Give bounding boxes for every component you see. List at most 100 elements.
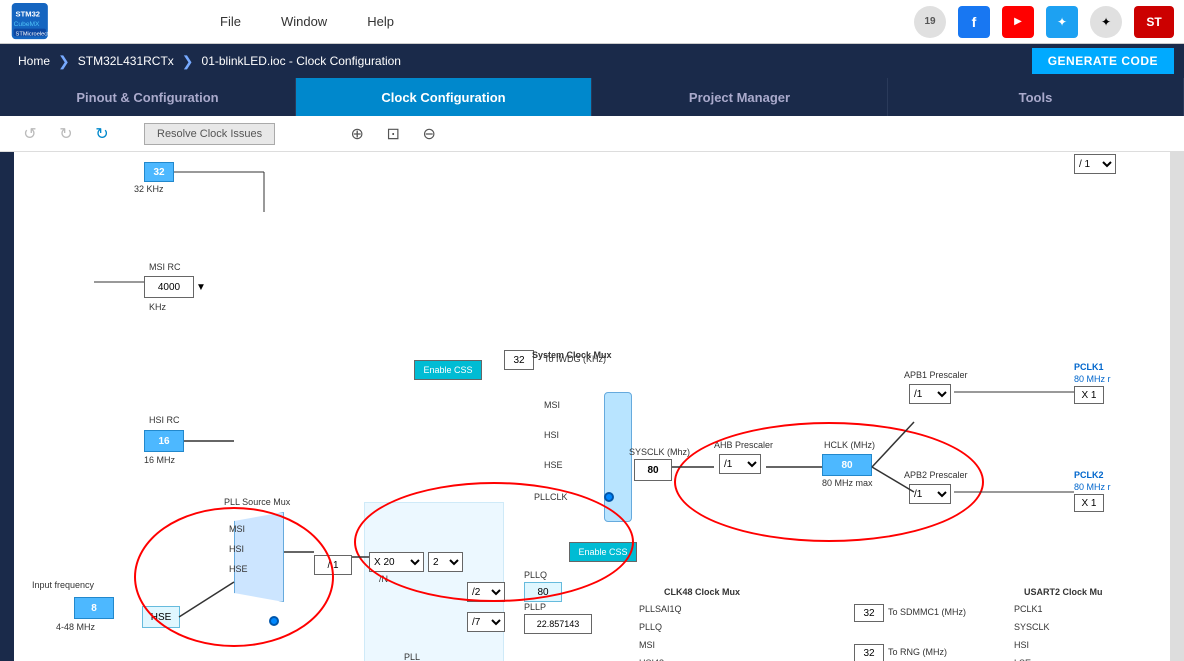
tab-project[interactable]: Project Manager [592, 78, 888, 116]
pllr-select[interactable]: /2 [467, 582, 505, 602]
hse-mux-label: HSE [229, 564, 248, 574]
pllq-select[interactable]: /7 [467, 612, 505, 632]
pllq-output-box: 80 [524, 582, 562, 602]
to-sdmmc1-box: 32 [854, 604, 884, 622]
pclk1-label: PCLK1 [1074, 362, 1104, 372]
pllsai1q-in-label: PLLSAI1Q [639, 604, 682, 614]
menu-bar: STM32 CubeMX STMicroelectronics File Win… [0, 0, 1184, 44]
zoom-controls: ⊕ ⊡ ⊖ [343, 120, 443, 148]
main-area: 32 32 KHz MSI RC 4000 ▼ KHz HSI RC 16 16… [0, 152, 1184, 661]
hse-select-dot [269, 616, 279, 626]
refresh-button[interactable]: ↻ [88, 120, 116, 148]
plln-controls: X 20 2 [369, 552, 463, 572]
plln-x20-select[interactable]: X 20 [369, 552, 424, 572]
breadcrumb-file[interactable]: 01-blinkLED.ioc - Clock Configuration [194, 54, 409, 68]
svg-text:CubeMX: CubeMX [14, 20, 40, 27]
app-logo: STM32 CubeMX STMicroelectronics [10, 2, 80, 42]
apb1-prescaler-select[interactable]: /1 [909, 384, 951, 404]
hclk-max-label: 80 MHz max [822, 478, 873, 488]
plln-div-select[interactable]: 2 [428, 552, 463, 572]
hsi-value-box: 16 [144, 430, 184, 452]
pllr-control: /2 [467, 582, 505, 602]
main-menu: File Window Help [220, 14, 914, 29]
svg-text:STMicroelectronics: STMicroelectronics [16, 31, 65, 37]
twitter-icon[interactable]: ✦ [1046, 6, 1078, 38]
pclk2-label: PCLK2 [1074, 470, 1104, 480]
pllq-output-label: PLLQ [524, 570, 547, 580]
ahb-prescaler-label: AHB Prescaler [714, 440, 773, 450]
tab-bar: Pinout & Configuration Clock Configurati… [0, 78, 1184, 116]
sys-hsi-label: HSI [544, 430, 559, 440]
right-scrollbar[interactable] [1170, 152, 1184, 661]
sysclk-label: SYSCLK (Mhz) [629, 447, 690, 457]
sysclk-mux-label: System Clock Mux [532, 350, 612, 360]
ahb-prescaler-select[interactable]: /1 [719, 454, 761, 474]
undo-button[interactable]: ↺ [16, 120, 44, 148]
zoom-in-button[interactable]: ⊕ [343, 120, 371, 148]
input-freq-range: 4-48 MHz [56, 622, 95, 632]
hsi-rc-label: HSI RC [149, 415, 180, 425]
apb2-prescaler-control: /1 [909, 484, 951, 504]
breadcrumb-device[interactable]: STM32L431RCTx [70, 54, 182, 68]
redo-button[interactable]: ↻ [52, 120, 80, 148]
youtube-icon[interactable]: ▶ [1002, 6, 1034, 38]
pll-label: PLL [404, 652, 420, 661]
freq-32-box: 32 [144, 162, 174, 182]
sysclk-mux-shape [604, 392, 632, 522]
msi-dropdown-icon[interactable]: ▼ [196, 282, 206, 293]
sys-pllclk-label: PLLCLK [534, 492, 568, 502]
hclk-value-box: 80 [822, 454, 872, 476]
toolbar: ↺ ↻ ↻ Resolve Clock Issues ⊕ ⊡ ⊖ [0, 116, 1184, 152]
sys-msi-label: MSI [544, 400, 560, 410]
x1-b-box: X 1 [1074, 494, 1104, 512]
breadcrumb-home[interactable]: Home [10, 54, 58, 68]
badge-icon: 19 [914, 6, 946, 38]
hse-box: HSE [142, 606, 180, 628]
apb2-prescaler-label: APB2 Prescaler [904, 470, 968, 480]
enable-css-2-btn[interactable]: Enable CSS [569, 542, 637, 562]
hsi-mhz-label: 16 MHz [144, 455, 175, 465]
top-div-select[interactable]: / 1 [1074, 154, 1116, 174]
svg-text:STM32: STM32 [16, 9, 40, 18]
msi-in-label: MSI [639, 640, 655, 650]
pclk1-u-label: PCLK1 [1014, 604, 1043, 614]
pclk2-value: 80 MHz r [1074, 482, 1111, 492]
tab-tools[interactable]: Tools [888, 78, 1184, 116]
tab-clock[interactable]: Clock Configuration [296, 78, 592, 116]
x1-a-box: X 1 [1074, 386, 1104, 404]
to-rng-label: To RNG (MHz) [888, 647, 947, 657]
ahb-prescaler-control: /1 [719, 454, 761, 474]
to-rng-box: 32 [854, 644, 884, 661]
msi-mux-label: MSI [229, 524, 245, 534]
hsi-u-label: HSI [1014, 640, 1029, 650]
apb1-prescaler-control: /1 [909, 384, 951, 404]
pllp-output-box: 22.857143 [524, 614, 592, 634]
generate-code-button[interactable]: GENERATE CODE [1032, 48, 1174, 74]
zoom-out-button[interactable]: ⊖ [415, 120, 443, 148]
pllq-control: /7 [467, 612, 505, 632]
pllq-in-label: PLLQ [639, 622, 662, 632]
freq-32k-label: 32 KHz [134, 184, 164, 194]
right-icons: 19 f ▶ ✦ ✦ ST [914, 6, 1174, 38]
menu-window[interactable]: Window [281, 14, 327, 29]
enable-css-1-btn[interactable]: Enable CSS [414, 360, 482, 380]
breadcrumb-sep-1: ❯ [58, 53, 70, 70]
top-div-control: / 1 [1074, 154, 1116, 174]
tab-pinout[interactable]: Pinout & Configuration [0, 78, 296, 116]
resolve-clock-button[interactable]: Resolve Clock Issues [144, 123, 275, 145]
network-icon[interactable]: ✦ [1090, 6, 1122, 38]
clock-diagram-area: 32 32 KHz MSI RC 4000 ▼ KHz HSI RC 16 16… [14, 152, 1170, 661]
menu-help[interactable]: Help [367, 14, 394, 29]
facebook-icon[interactable]: f [958, 6, 990, 38]
msi-rc-label: MSI RC [149, 262, 181, 272]
input-freq-box: 8 [74, 597, 114, 619]
apb2-prescaler-select[interactable]: /1 [909, 484, 951, 504]
pllm-box: / 1 [314, 555, 352, 575]
zoom-fit-button[interactable]: ⊡ [379, 120, 407, 148]
breadcrumb-sep-2: ❯ [182, 53, 194, 70]
usart2-mux-label: USART2 Clock Mu [1024, 587, 1103, 597]
menu-file[interactable]: File [220, 14, 241, 29]
pll-source-mux-label: PLL Source Mux [224, 497, 290, 507]
apb1-prescaler-label: APB1 Prescaler [904, 370, 968, 380]
hclk-label: HCLK (MHz) [824, 440, 875, 450]
